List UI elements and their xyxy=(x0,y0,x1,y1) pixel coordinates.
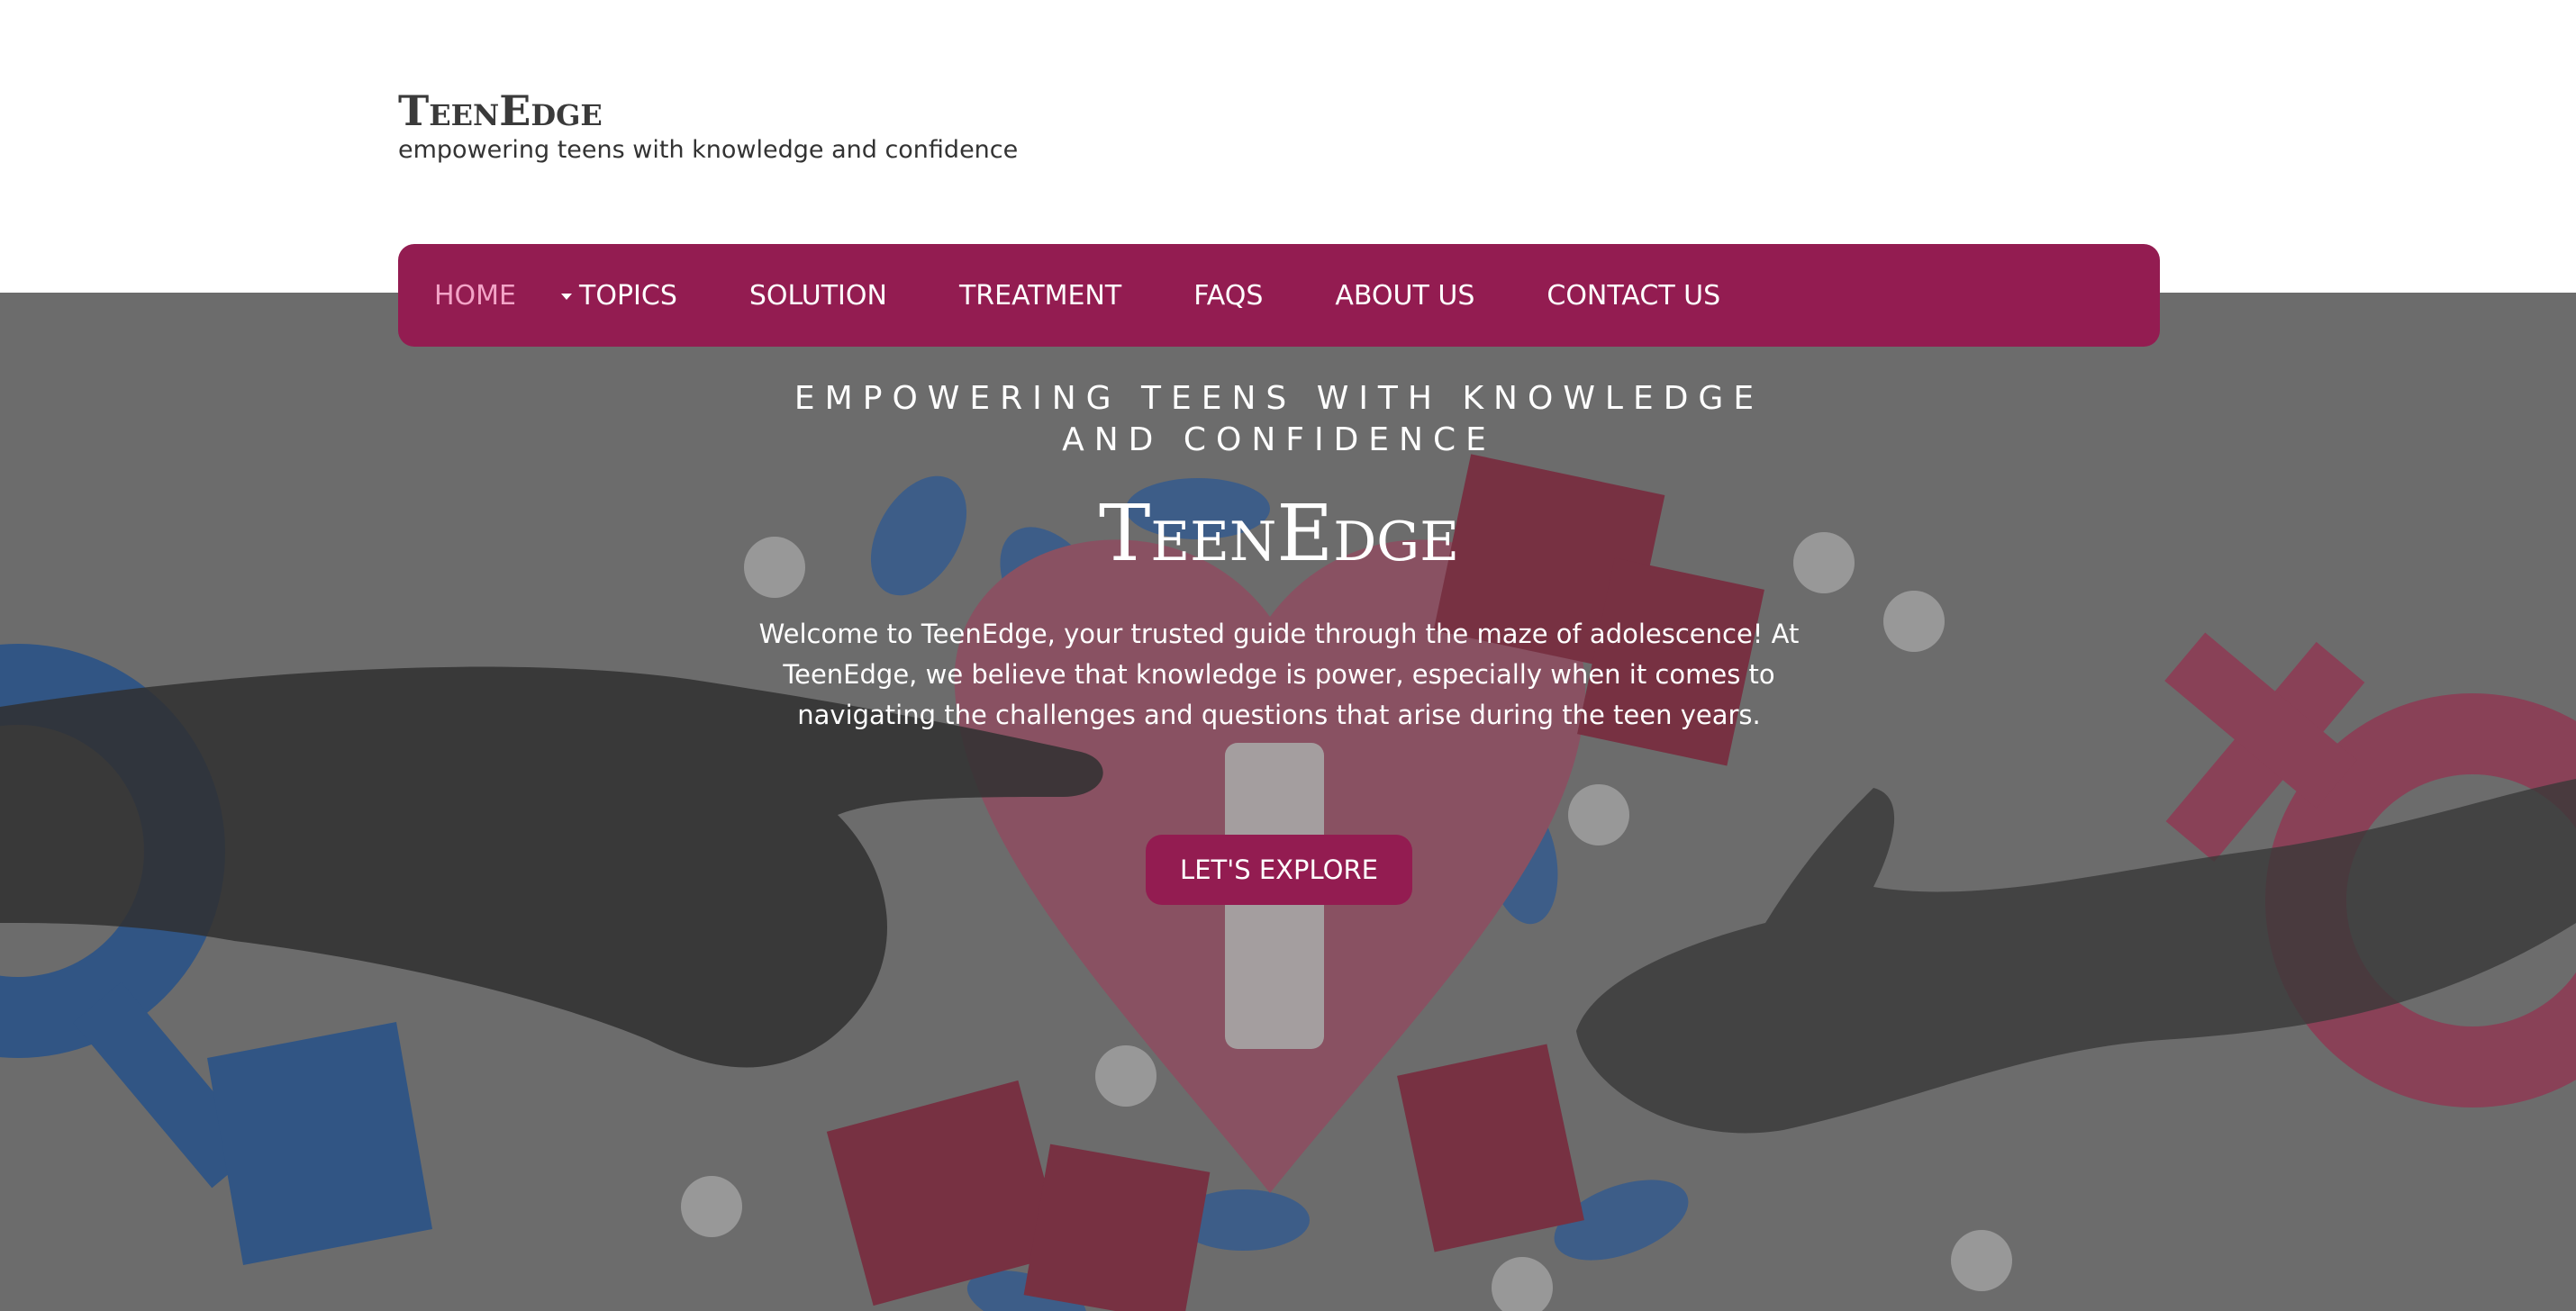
nav-item-faqs[interactable]: FAQS xyxy=(1193,280,1263,312)
nav-item-label: ABOUT US xyxy=(1335,279,1475,312)
hero-eyebrow: EMPOWERING TEENS WITH KNOWLEDGE AND CONF… xyxy=(794,380,1764,458)
nav-item-solution[interactable]: SOLUTION xyxy=(749,280,887,312)
nav-item-contact-us[interactable]: CONTACT US xyxy=(1547,280,1720,312)
site-logo[interactable]: TeenEdge xyxy=(398,90,1018,131)
nav-item-treatment[interactable]: TREATMENT xyxy=(959,280,1121,312)
nav-item-label: TOPICS xyxy=(579,279,677,312)
nav-item-about-us[interactable]: ABOUT US xyxy=(1335,280,1474,312)
nav-item-label: SOLUTION xyxy=(748,279,887,312)
hero-content: EMPOWERING TEENS WITH KNOWLEDGE AND CONF… xyxy=(703,378,1855,905)
nav-item-label: FAQS xyxy=(1193,279,1264,312)
caret-down-icon xyxy=(561,294,573,300)
hero-title: TeenEdge xyxy=(1098,489,1460,579)
site-tagline: empowering teens with knowledge and conf… xyxy=(398,136,1019,164)
nav-item-label: TREATMENT xyxy=(958,279,1122,312)
nav-item-topics[interactable]: TOPICS xyxy=(561,280,677,312)
nav-item-home[interactable]: HOME xyxy=(434,280,516,312)
nav-item-label: CONTACT US xyxy=(1547,279,1721,312)
hero-description: Welcome to TeenEdge, your trusted guide … xyxy=(758,619,1800,730)
nav-item-label: HOME xyxy=(434,279,517,312)
site-header: TeenEdge empowering teens with knowledge… xyxy=(398,90,1018,164)
main-nav: HOME TOPICS SOLUTION TREATMENT FAQS ABOU… xyxy=(398,244,2160,347)
lets-explore-button[interactable]: LET'S EXPLORE xyxy=(1146,835,1412,905)
